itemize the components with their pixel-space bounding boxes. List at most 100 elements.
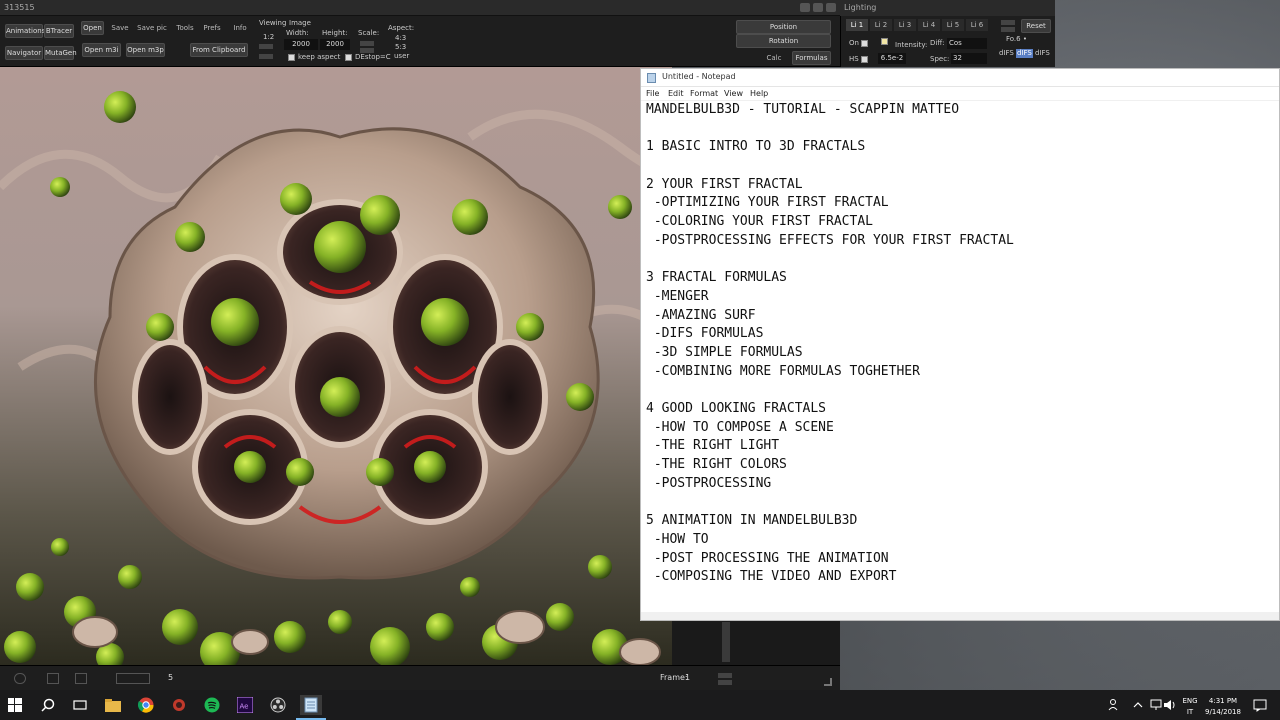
file-explorer-icon[interactable] xyxy=(103,695,123,715)
notepad-line: -POST PROCESSING THE ANIMATION xyxy=(646,550,889,566)
notepad-title: Untitled - Notepad xyxy=(662,72,736,81)
viewing-value[interactable]: 1:2 xyxy=(263,33,274,42)
difs-label-1[interactable]: dIFS xyxy=(999,49,1014,58)
tools-button[interactable]: Tools xyxy=(173,21,197,35)
tab-li3[interactable]: Li 3 xyxy=(894,19,916,31)
notepad-menubar: File Edit Format View Help xyxy=(641,87,1279,101)
width-input[interactable]: 2000 xyxy=(284,39,318,50)
menu-edit[interactable]: Edit xyxy=(668,89,684,98)
settings-icon[interactable] xyxy=(14,673,26,684)
info-button[interactable]: Info xyxy=(229,21,251,35)
diff-select[interactable]: Cos xyxy=(947,38,987,49)
after-effects-icon[interactable]: Ae xyxy=(235,695,255,715)
mutagen-button[interactable]: MutaGen xyxy=(44,46,77,60)
tab-li1[interactable]: Li 1 xyxy=(846,19,868,31)
tab-li5[interactable]: Li 5 xyxy=(942,19,964,31)
notepad-line: -OPTIMIZING YOUR FIRST FRACTAL xyxy=(646,195,889,211)
chrome-icon[interactable] xyxy=(136,695,156,715)
reset-button[interactable]: Reset xyxy=(1021,19,1051,33)
scale-up-icon[interactable] xyxy=(360,41,374,46)
menu-file[interactable]: File xyxy=(646,89,659,98)
spin-down-icon[interactable] xyxy=(1001,27,1015,32)
on-checkbox[interactable] xyxy=(861,40,868,47)
notepad-window: Untitled - Notepad File Edit Format View… xyxy=(640,68,1280,621)
notepad-line xyxy=(646,381,1279,400)
region-code[interactable]: IT xyxy=(1180,708,1200,717)
width-label: Width: xyxy=(286,29,309,37)
open-button[interactable]: Open xyxy=(81,21,104,35)
aspect-user[interactable]: user xyxy=(394,52,409,61)
menu-help[interactable]: Help xyxy=(750,89,768,98)
save-button[interactable]: Save xyxy=(108,21,132,35)
light-color-swatch[interactable] xyxy=(881,38,888,45)
tab-li6[interactable]: Li 6 xyxy=(966,19,988,31)
edit-icon[interactable] xyxy=(75,673,87,684)
language-code[interactable]: ENG xyxy=(1180,697,1200,706)
mandelbulb-icon[interactable] xyxy=(169,695,189,715)
aspect-4-3[interactable]: 4:3 xyxy=(395,34,406,43)
viewing-down-icon[interactable] xyxy=(259,54,273,59)
frame-value[interactable]: 1 xyxy=(685,672,690,684)
viewing-up-icon[interactable] xyxy=(259,44,273,49)
notepad-line: -THE RIGHT LIGHT xyxy=(646,438,780,454)
from-clipboard-button[interactable]: From Clipboard xyxy=(190,43,248,57)
frame-up-icon[interactable] xyxy=(718,673,732,678)
keep-aspect-checkbox[interactable] xyxy=(288,54,295,61)
save-pic-button[interactable]: Save pic xyxy=(136,21,168,35)
tab-li4[interactable]: Li 4 xyxy=(918,19,940,31)
notepad-icon[interactable] xyxy=(300,695,322,715)
notepad-text-area[interactable]: MANDELBULB3D - TUTORIAL - SCAPPIN MATTEO… xyxy=(646,101,1279,587)
prefs-button[interactable]: Prefs xyxy=(200,21,224,35)
menu-view[interactable]: View xyxy=(724,89,743,98)
hs-label: HS xyxy=(849,55,859,63)
volume-icon[interactable] xyxy=(1160,695,1180,715)
fractal-render[interactable] xyxy=(0,67,672,665)
frame-icon[interactable] xyxy=(47,673,59,684)
chevron-up-icon[interactable] xyxy=(1128,695,1148,715)
btracer-button[interactable]: BTracer xyxy=(44,24,74,38)
search-icon[interactable] xyxy=(38,695,58,715)
open-m3p-button[interactable]: Open m3p xyxy=(126,43,165,57)
maximize-icon[interactable] xyxy=(813,3,823,12)
formulas-button[interactable]: Formulas xyxy=(792,51,831,65)
desktop-c-checkbox[interactable] xyxy=(345,54,352,61)
close-icon[interactable] xyxy=(826,3,836,12)
screen: 313515 Animations BTracer Navigator Muta… xyxy=(0,0,1280,720)
tab-li2[interactable]: Li 2 xyxy=(870,19,892,31)
render-scrollbar[interactable] xyxy=(722,622,730,662)
notepad-hscrollbar[interactable] xyxy=(641,612,1279,620)
notepad-line: -HOW TO COMPOSE A SCENE xyxy=(646,419,834,435)
people-icon[interactable] xyxy=(1105,695,1125,715)
clock-time[interactable]: 4:31 PM xyxy=(1200,697,1246,706)
minimize-icon[interactable] xyxy=(800,3,810,12)
task-view-icon[interactable] xyxy=(70,695,90,715)
difs-label-2[interactable]: dIFS xyxy=(1016,49,1033,58)
difs-label-3[interactable]: dIFS xyxy=(1035,49,1050,58)
obs-icon[interactable] xyxy=(268,695,288,715)
rotation-button[interactable]: Rotation xyxy=(736,34,831,48)
start-icon[interactable] xyxy=(5,695,25,715)
resize-grip-icon[interactable] xyxy=(824,678,832,686)
mandelbulb-toolbar: Animations BTracer Navigator MutaGen Ope… xyxy=(0,16,840,67)
navigator-button[interactable]: Navigator xyxy=(5,46,43,60)
svg-text:Ae: Ae xyxy=(240,703,249,711)
open-m3i-button[interactable]: Open m3i xyxy=(82,43,121,57)
animations-button[interactable]: Animations xyxy=(5,24,45,38)
spin-up-icon[interactable] xyxy=(1001,20,1015,25)
zoom-slider-icon[interactable] xyxy=(116,673,150,684)
spec-select[interactable]: 32 xyxy=(951,53,987,64)
notification-icon[interactable] xyxy=(1250,695,1270,715)
notepad-line xyxy=(646,493,1279,512)
position-button[interactable]: Position xyxy=(736,20,831,34)
frame-down-icon[interactable] xyxy=(718,680,732,685)
fractal-image xyxy=(0,67,672,665)
hs-input[interactable]: 6.5e-2 xyxy=(878,53,906,64)
menu-format[interactable]: Format xyxy=(690,89,718,98)
lighting-panel: Li 1 Li 2 Li 3 Li 4 Li 5 Li 6 Reset On I… xyxy=(840,16,1055,67)
spotify-icon[interactable] xyxy=(202,695,222,715)
calc-button[interactable]: Calc xyxy=(756,51,792,65)
clock-date[interactable]: 9/14/2018 xyxy=(1200,708,1246,717)
hs-checkbox[interactable] xyxy=(861,56,868,63)
aspect-5-3[interactable]: 5:3 xyxy=(395,43,406,52)
height-input[interactable]: 2000 xyxy=(320,39,350,50)
